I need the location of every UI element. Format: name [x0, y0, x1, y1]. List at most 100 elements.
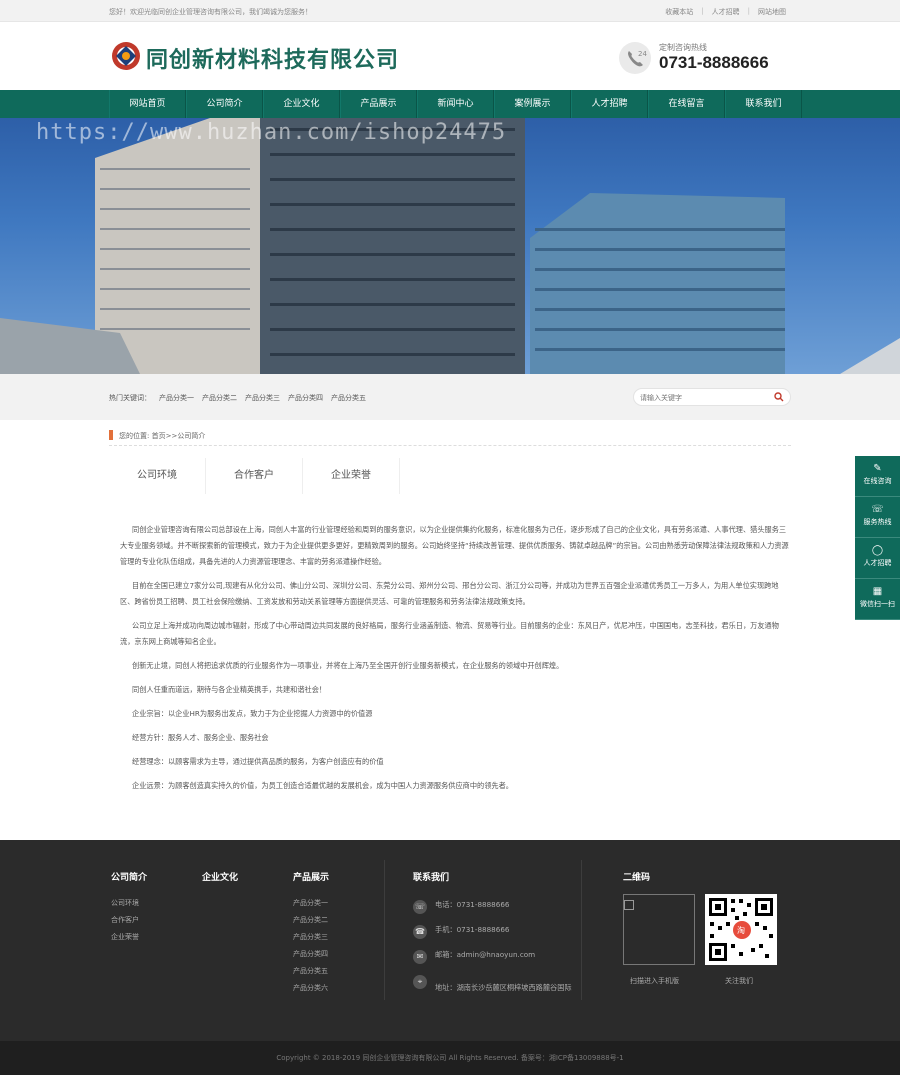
divider: | [747, 7, 750, 15]
sub-tabs: 公司环境 合作客户 企业荣誉 [109, 458, 400, 494]
search-box [633, 388, 791, 406]
mobile-icon: ☎ [413, 925, 427, 939]
tab-environment[interactable]: 公司环境 [109, 458, 206, 494]
content-paragraph: 经营方针：服务人才、服务企业、服务社会 [132, 733, 269, 742]
contact-email: ✉ 邮箱：admin@hnaoyun.com [413, 950, 535, 964]
hot-keywords: 热门关键词： 产品分类一 产品分类二 产品分类三 产品分类四 产品分类五 [109, 393, 366, 403]
qrcode-caption: 扫描进入手机版 [630, 977, 679, 985]
hot-keyword[interactable]: 产品分类三 [245, 393, 280, 403]
content-paragraph: 企业宗旨：以企业HR为服务出发点，致力于为企业挖掘人力资源中的价值源 [132, 709, 373, 718]
contact-mobile: ☎ 手机：0731-8888666 [413, 925, 509, 939]
footer-link[interactable]: 产品分类二 [293, 912, 329, 929]
breadcrumb-marker [109, 430, 113, 440]
phone-icon: ☏ [413, 900, 427, 914]
contact-phone-text: 电话：0731-8888666 [435, 900, 510, 909]
hot-label: 热门关键词： [109, 394, 151, 402]
contact-address-text: 地址：湖南长沙岳麓区桐梓坡西路麓谷国际 [435, 983, 572, 992]
breadcrumb-text: 您的位置: 首页>>公司简介 [119, 432, 206, 440]
search-input[interactable] [640, 392, 770, 403]
breadcrumb: 您的位置: 首页>>公司简介 [109, 430, 791, 446]
footer-link[interactable]: 产品分类五 [293, 963, 329, 980]
contact-address: ⌖ 地址：湖南长沙岳麓区桐梓坡西路麓谷国际 [413, 975, 578, 1000]
tab-clients[interactable]: 合作客户 [206, 458, 303, 494]
search-strip: 热门关键词： 产品分类一 产品分类二 产品分类三 产品分类四 产品分类五 [0, 374, 900, 420]
contact-email-text: 邮箱：admin@hnaoyun.com [435, 950, 536, 959]
site-footer: 公司简介 公司环境 合作客户 企业荣誉 企业文化 产品展示 产品分类一 产品分类… [0, 840, 900, 1041]
sitemap-link[interactable]: 网站地图 [758, 7, 786, 17]
content-paragraph: 同创人任重而道远，期待与各企业精英携手，共建和谐社会！ [132, 685, 327, 694]
hero-banner: https://www.huzhan.com/ishop24475 [0, 118, 900, 374]
contact-phone: ☏ 电话：0731-8888666 [413, 900, 509, 914]
footer-heading[interactable]: 企业文化 [202, 870, 238, 883]
site-header: 同创新材料科技有限公司 24 定制咨询热线 0731-8888666 [0, 22, 900, 90]
content-paragraph: 经营理念：以顾客需求为主导，通过提供高品质的服务，为客户创造应有的价值 [132, 757, 384, 766]
location-icon: ⌖ [413, 975, 427, 989]
footer-link[interactable]: 合作客户 [111, 912, 147, 929]
divider: | [701, 7, 704, 15]
footer-contact-column: 联系我们 [413, 870, 449, 895]
tab-honors[interactable]: 企业荣誉 [303, 458, 400, 494]
nav-item-news[interactable]: 新闻中心 [417, 90, 494, 118]
buildings-image [0, 118, 900, 374]
service-hotline-button[interactable]: ☏ 服务热线 [855, 497, 900, 538]
footer-link[interactable]: 产品分类三 [293, 929, 329, 946]
footer-heading[interactable]: 公司简介 [111, 870, 147, 883]
welcome-text: 您好！欢迎光临同创企业管理咨询有限公司，我们竭诚为您服务！ [109, 8, 312, 16]
footer-link[interactable]: 企业荣誉 [111, 929, 147, 946]
footer-link[interactable]: 产品分类六 [293, 980, 329, 997]
nav-item-recruit[interactable]: 人才招聘 [571, 90, 648, 118]
qrcode-icon: ▦ [872, 586, 883, 597]
phone-icon: ☏ [871, 504, 884, 515]
contact-mobile-text: 手机：0731-8888666 [435, 925, 510, 934]
hot-keyword[interactable]: 产品分类五 [331, 393, 366, 403]
nav-item-home[interactable]: 网站首页 [109, 90, 186, 118]
content-paragraph: 企业远景：为顾客创造真实持久的价值，为员工创造合适最优越的发展机会，成为中国人力… [132, 781, 513, 790]
content-paragraph: 目前在全国已建立7家分公司,现建有从化分公司、佛山分公司、深圳分公司、东莞分公司… [120, 581, 779, 606]
sidetool-label: 微信扫一扫 [860, 600, 895, 608]
footer-heading: 二维码 [623, 873, 651, 883]
footer-products-column: 产品展示 产品分类一 产品分类二 产品分类三 产品分类四 产品分类五 产品分类六 [293, 870, 329, 997]
nav-item-products[interactable]: 产品展示 [340, 90, 417, 118]
nav-item-cases[interactable]: 案例展示 [494, 90, 571, 118]
broken-image-icon [624, 900, 634, 910]
nav-item-culture[interactable]: 企业文化 [263, 90, 340, 118]
copyright-bar: Copyright © 2018-2019 同创企业管理咨询有限公司 All R… [0, 1041, 900, 1075]
svg-text:淘: 淘 [737, 925, 745, 935]
svg-text:24: 24 [638, 50, 647, 58]
nav-item-message[interactable]: 在线留言 [648, 90, 725, 118]
content-paragraph: 公司立足上海并成功向周边城市辐射，形成了中心带动周边共同发展的良好格局，服务行业… [120, 621, 779, 646]
message-icon: ◯ [871, 545, 884, 556]
wechat-scan-button[interactable]: ▦ 微信扫一扫 [855, 579, 900, 620]
top-links: 收藏本站 | 人才招聘 | 网站地图 [665, 7, 786, 17]
hotline-label: 定制咨询热线 [659, 43, 707, 52]
sidetool-label: 服务热线 [863, 518, 892, 526]
watermark-text: https://www.huzhan.com/ishop24475 [36, 120, 507, 145]
logo-icon[interactable] [110, 40, 142, 72]
hot-keyword[interactable]: 产品分类四 [288, 393, 323, 403]
sidetool-label: 人才招聘 [863, 559, 892, 567]
footer-divider [384, 860, 385, 1000]
footer-link[interactable]: 产品分类四 [293, 946, 329, 963]
email-icon: ✉ [413, 950, 427, 964]
chat-icon: ✎ [873, 463, 882, 474]
floating-sidebar: ✎ 在线咨询 ☏ 服务热线 ◯ 人才招聘 ▦ 微信扫一扫 [855, 456, 900, 620]
search-icon[interactable] [774, 392, 784, 402]
recruit-link[interactable]: 人才招聘 [712, 7, 740, 17]
nav-item-about[interactable]: 公司简介 [186, 90, 263, 118]
mobile-site-qrcode [623, 894, 695, 965]
bookmark-link[interactable]: 收藏本站 [665, 7, 693, 17]
recruit-button[interactable]: ◯ 人才招聘 [855, 538, 900, 579]
hot-keyword[interactable]: 产品分类一 [159, 393, 194, 403]
online-consult-button[interactable]: ✎ 在线咨询 [855, 456, 900, 497]
company-name[interactable]: 同创新材料科技有限公司 [146, 42, 399, 74]
footer-heading[interactable]: 产品展示 [293, 870, 329, 883]
footer-about-column: 公司简介 公司环境 合作客户 企业荣誉 [111, 870, 147, 946]
footer-link[interactable]: 产品分类一 [293, 895, 329, 912]
footer-heading: 联系我们 [413, 873, 450, 883]
nav-item-contact[interactable]: 联系我们 [725, 90, 802, 118]
content-paragraph: 同创企业管理咨询有限公司总部设在上海，同创人丰富的行业管理经验和周到的服务意识，… [120, 525, 789, 566]
wechat-qrcode: 淘 [705, 894, 777, 965]
footer-link[interactable]: 公司环境 [111, 895, 147, 912]
hot-keyword[interactable]: 产品分类二 [202, 393, 237, 403]
sidetool-label: 在线咨询 [863, 477, 892, 485]
